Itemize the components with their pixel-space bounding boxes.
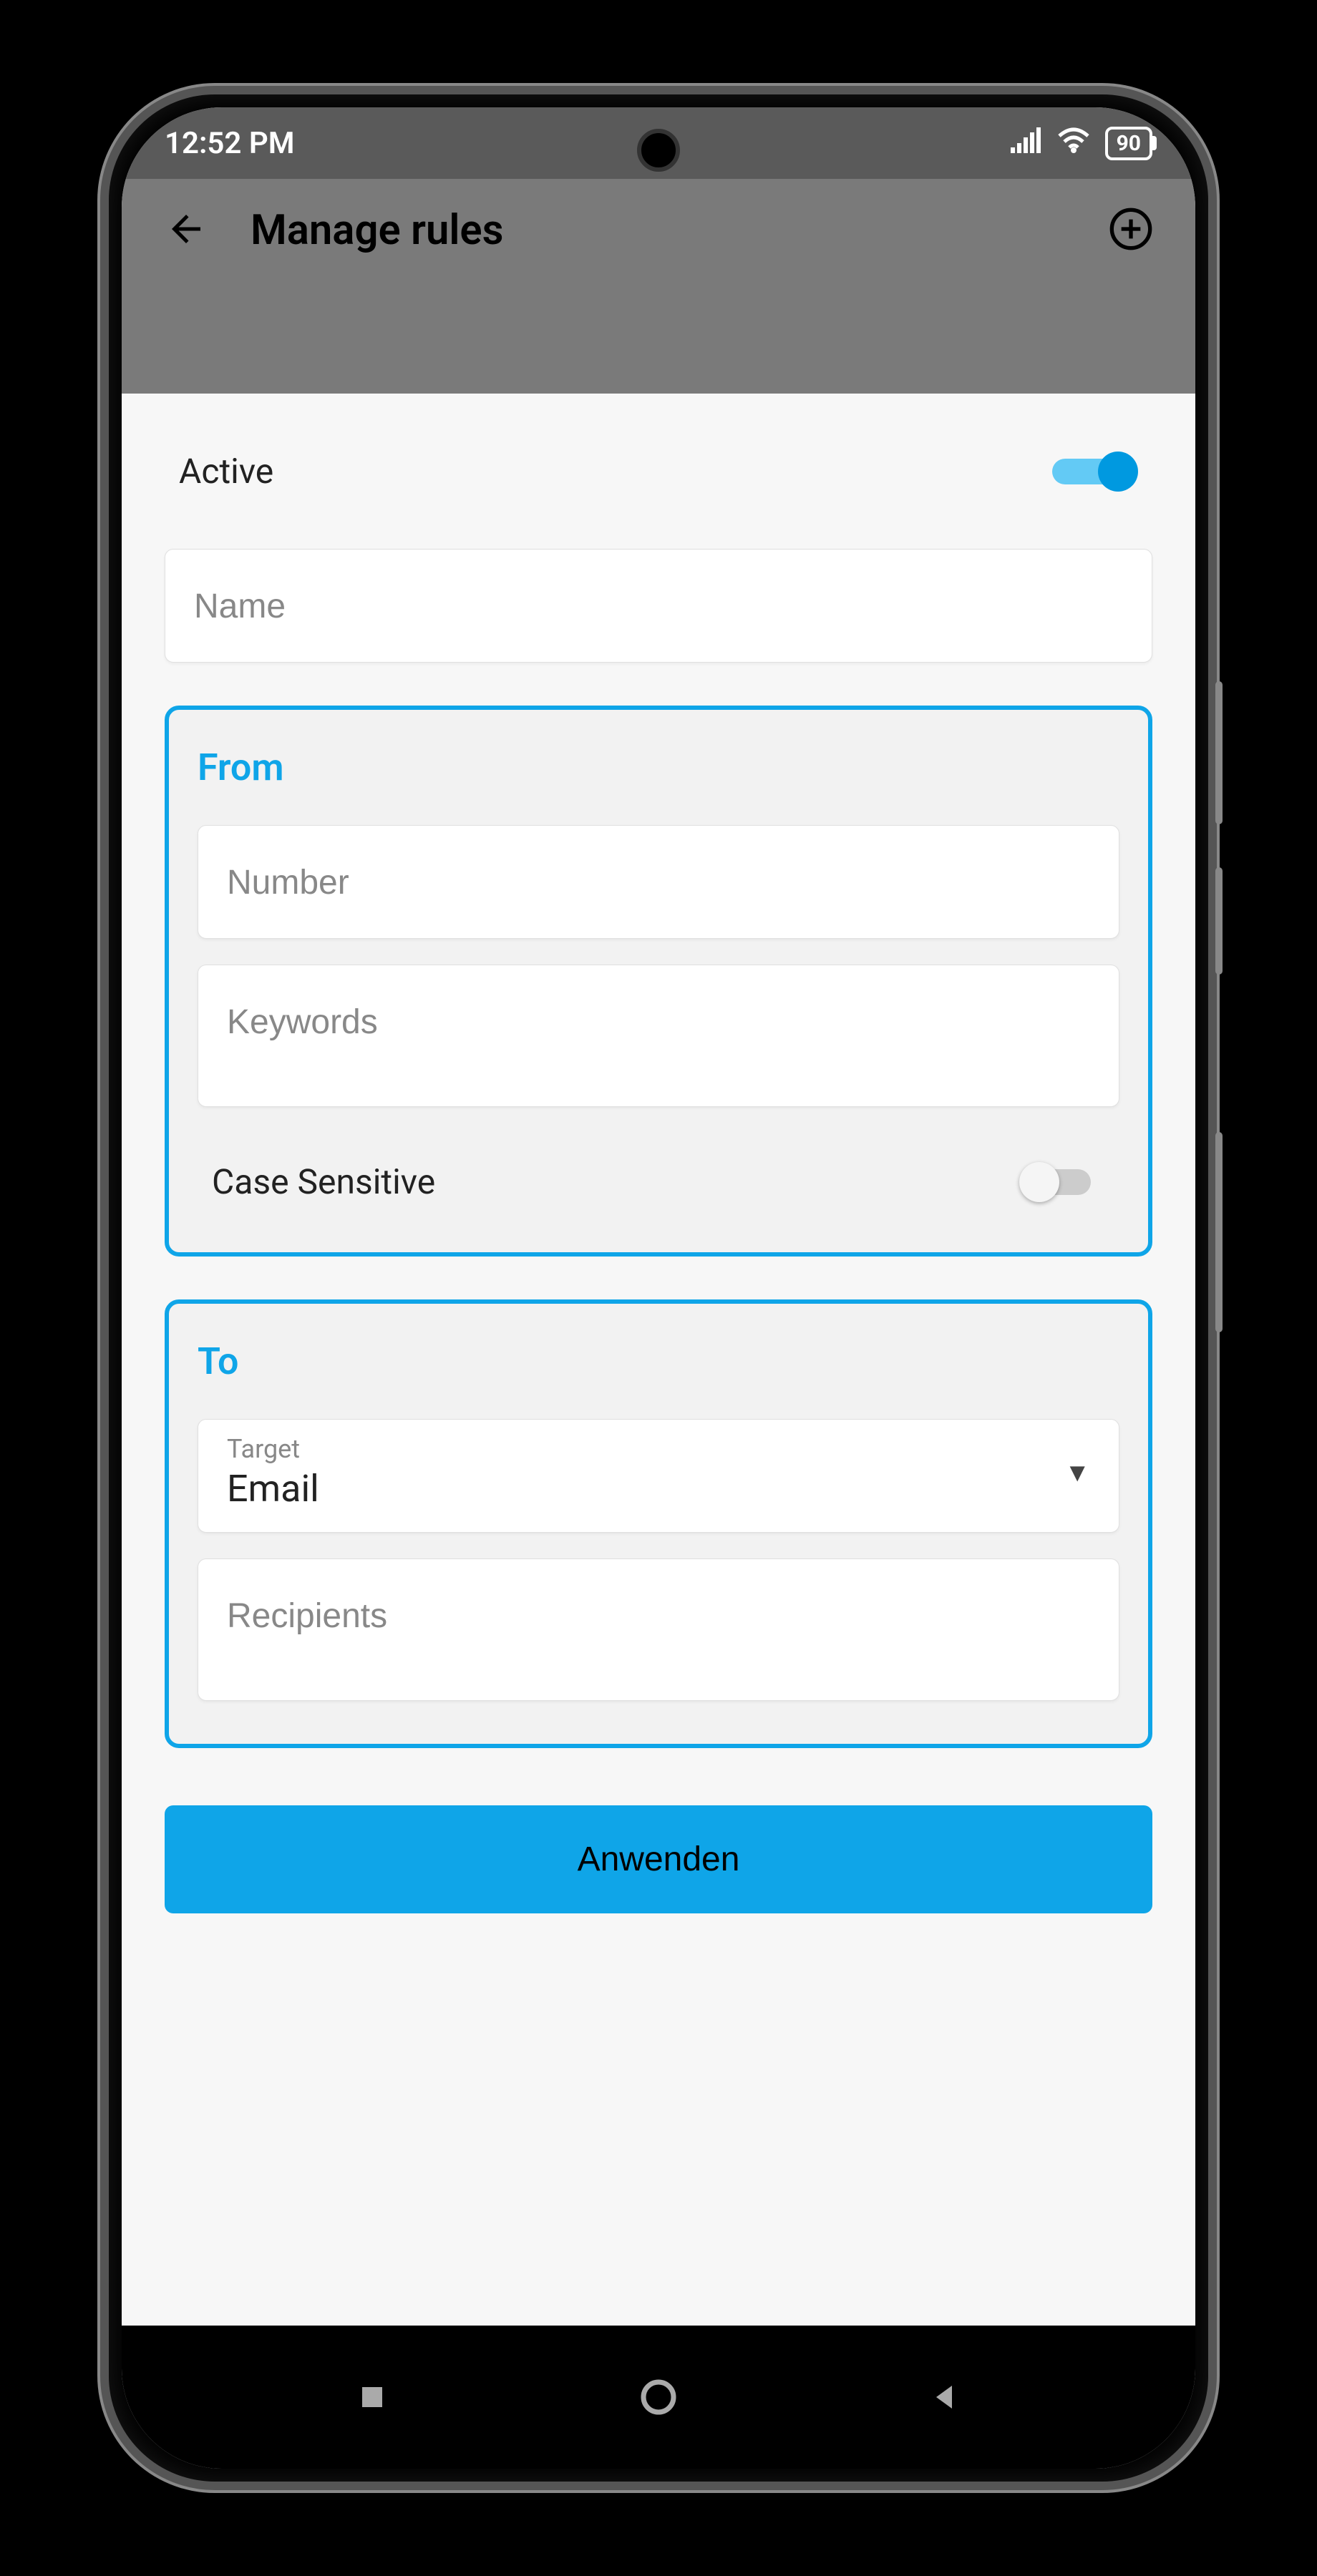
camera-notch (637, 129, 680, 172)
toggle-thumb (1098, 452, 1138, 492)
to-section: To Target Email ▼ (165, 1299, 1152, 1748)
status-time: 12:52 PM (165, 126, 295, 161)
side-button (1215, 1132, 1223, 1332)
number-field[interactable] (198, 825, 1119, 939)
recipients-input[interactable] (227, 1596, 1090, 1636)
arrow-left-icon (165, 208, 208, 250)
chevron-down-icon: ▼ (1064, 1458, 1090, 1488)
battery-icon: 90 (1105, 127, 1152, 160)
toggle-thumb (1019, 1162, 1059, 1202)
target-value: Email (227, 1467, 319, 1511)
phone-screen: 12:52 PM 90 Manage rules Active (122, 107, 1195, 2469)
active-toggle[interactable] (1052, 452, 1138, 492)
cell-signal-icon (1011, 126, 1042, 161)
nav-back-button[interactable] (916, 2368, 973, 2426)
square-icon (355, 2380, 389, 2414)
nav-recent-button[interactable] (344, 2368, 401, 2426)
page-title: Manage rules (251, 200, 1066, 255)
nav-bar (122, 2326, 1195, 2469)
triangle-left-icon (928, 2380, 962, 2414)
side-button (1215, 867, 1223, 975)
add-button[interactable] (1102, 200, 1160, 258)
battery-level: 90 (1117, 131, 1141, 156)
case-sensitive-label: Case Sensitive (212, 1161, 435, 1202)
status-right: 90 (1011, 126, 1152, 161)
apply-button[interactable]: Anwenden (165, 1805, 1152, 1913)
circle-icon (638, 2377, 679, 2417)
active-label: Active (179, 451, 273, 492)
recipients-field[interactable] (198, 1558, 1119, 1701)
target-select-inner: Target Email (227, 1434, 319, 1511)
name-field[interactable] (165, 549, 1152, 663)
case-sensitive-toggle[interactable] (1019, 1162, 1105, 1202)
wifi-icon (1056, 126, 1091, 161)
keywords-field[interactable] (198, 965, 1119, 1107)
side-button (1215, 681, 1223, 824)
active-row: Active (165, 451, 1152, 549)
name-input[interactable] (194, 587, 1123, 626)
target-select[interactable]: Target Email ▼ (198, 1419, 1119, 1533)
plus-circle-icon (1108, 206, 1154, 252)
keywords-input[interactable] (227, 1002, 1090, 1042)
app-bar: Manage rules (122, 179, 1195, 394)
from-section: From Case Sensitive (165, 706, 1152, 1257)
form-content: Active From Case Sensitive (122, 394, 1195, 1956)
nav-home-button[interactable] (630, 2368, 687, 2426)
back-button[interactable] (157, 200, 215, 258)
target-label: Target (227, 1434, 319, 1464)
case-sensitive-row: Case Sensitive (198, 1133, 1119, 1216)
from-title: From (198, 746, 1119, 789)
to-title: To (198, 1340, 1119, 1383)
number-input[interactable] (227, 863, 1090, 902)
phone-frame: 12:52 PM 90 Manage rules Active (100, 86, 1217, 2490)
